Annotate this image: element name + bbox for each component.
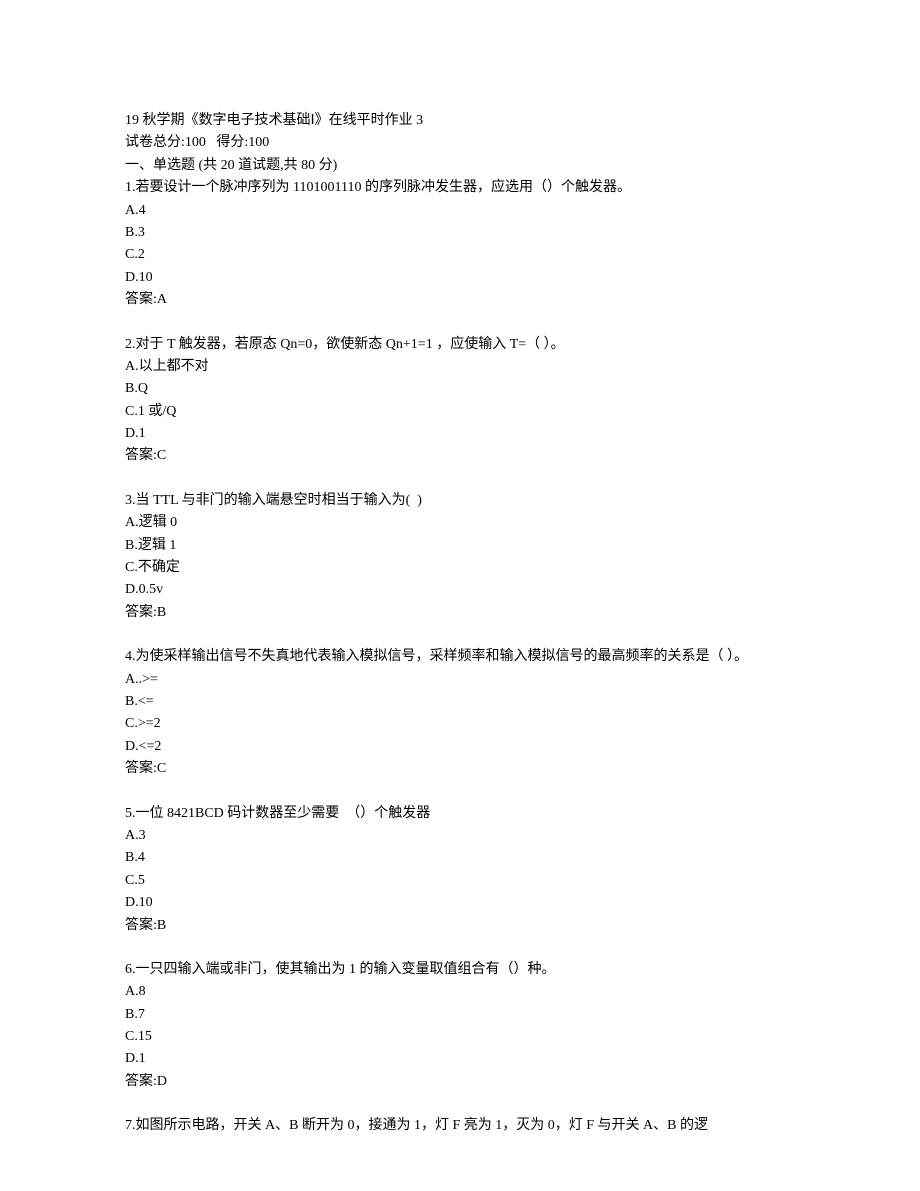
option: C.15 — [125, 1026, 795, 1048]
section-title: 一、单选题 (共 20 道试题,共 80 分) — [125, 155, 795, 177]
option: B.Q — [125, 378, 795, 400]
exam-header: 19 秋学期《数字电子技术基础Ⅰ》在线平时作业 3 试卷总分:100 得分:10… — [125, 110, 795, 312]
answer: 答案:C — [125, 445, 795, 467]
option: A.8 — [125, 981, 795, 1003]
question-6: 6.一只四输入端或非门，使其输出为 1 的输入变量取值组合有（）种。 A.8 B… — [125, 959, 795, 1093]
answer: 答案:C — [125, 758, 795, 780]
question-2: 2.对于 T 触发器，若原态 Qn=0，欲使新态 Qn+1=1 ，应使输入 T=… — [125, 334, 795, 468]
option: C.不确定 — [125, 557, 795, 579]
option: D.<=2 — [125, 736, 795, 758]
option: D.1 — [125, 423, 795, 445]
option: A.以上都不对 — [125, 356, 795, 378]
exam-score: 试卷总分:100 得分:100 — [125, 132, 795, 154]
answer: 答案:D — [125, 1071, 795, 1093]
option: B.3 — [125, 222, 795, 244]
option: C.1 或/Q — [125, 401, 795, 423]
option: A..>= — [125, 669, 795, 691]
option: D.0.5v — [125, 579, 795, 601]
option: B.<= — [125, 691, 795, 713]
question-5: 5.一位 8421BCD 码计数器至少需要 （）个触发器 A.3 B.4 C.5… — [125, 803, 795, 937]
question-7: 7.如图所示电路，开关 A、B 断开为 0，接通为 1，灯 F 亮为 1，灭为 … — [125, 1115, 795, 1137]
option: B.逻辑 1 — [125, 535, 795, 557]
option: A.逻辑 0 — [125, 512, 795, 534]
option: B.4 — [125, 847, 795, 869]
option: D.10 — [125, 892, 795, 914]
question-stem: 2.对于 T 触发器，若原态 Qn=0，欲使新态 Qn+1=1 ，应使输入 T=… — [125, 334, 795, 356]
question-stem: 3.当 TTL 与非门的输入端悬空时相当于输入为( ) — [125, 490, 795, 512]
option: D.10 — [125, 267, 795, 289]
question-stem: 1.若要设计一个脉冲序列为 1101001110 的序列脉冲发生器，应选用（）个… — [125, 177, 795, 199]
option: C.>=2 — [125, 713, 795, 735]
option: A.3 — [125, 825, 795, 847]
question-stem: 6.一只四输入端或非门，使其输出为 1 的输入变量取值组合有（）种。 — [125, 959, 795, 981]
question-stem: 7.如图所示电路，开关 A、B 断开为 0，接通为 1，灯 F 亮为 1，灭为 … — [125, 1115, 795, 1137]
question-stem: 4.为使采样输出信号不失真地代表输入模拟信号，采样频率和输入模拟信号的最高频率的… — [125, 646, 795, 668]
option: A.4 — [125, 200, 795, 222]
answer: 答案:B — [125, 915, 795, 937]
option: B.7 — [125, 1004, 795, 1026]
question-4: 4.为使采样输出信号不失真地代表输入模拟信号，采样频率和输入模拟信号的最高频率的… — [125, 646, 795, 780]
exam-title: 19 秋学期《数字电子技术基础Ⅰ》在线平时作业 3 — [125, 110, 795, 132]
option: C.2 — [125, 244, 795, 266]
answer: 答案:A — [125, 289, 795, 311]
option: C.5 — [125, 870, 795, 892]
question-3: 3.当 TTL 与非门的输入端悬空时相当于输入为( ) A.逻辑 0 B.逻辑 … — [125, 490, 795, 624]
answer: 答案:B — [125, 602, 795, 624]
question-stem: 5.一位 8421BCD 码计数器至少需要 （）个触发器 — [125, 803, 795, 825]
option: D.1 — [125, 1048, 795, 1070]
